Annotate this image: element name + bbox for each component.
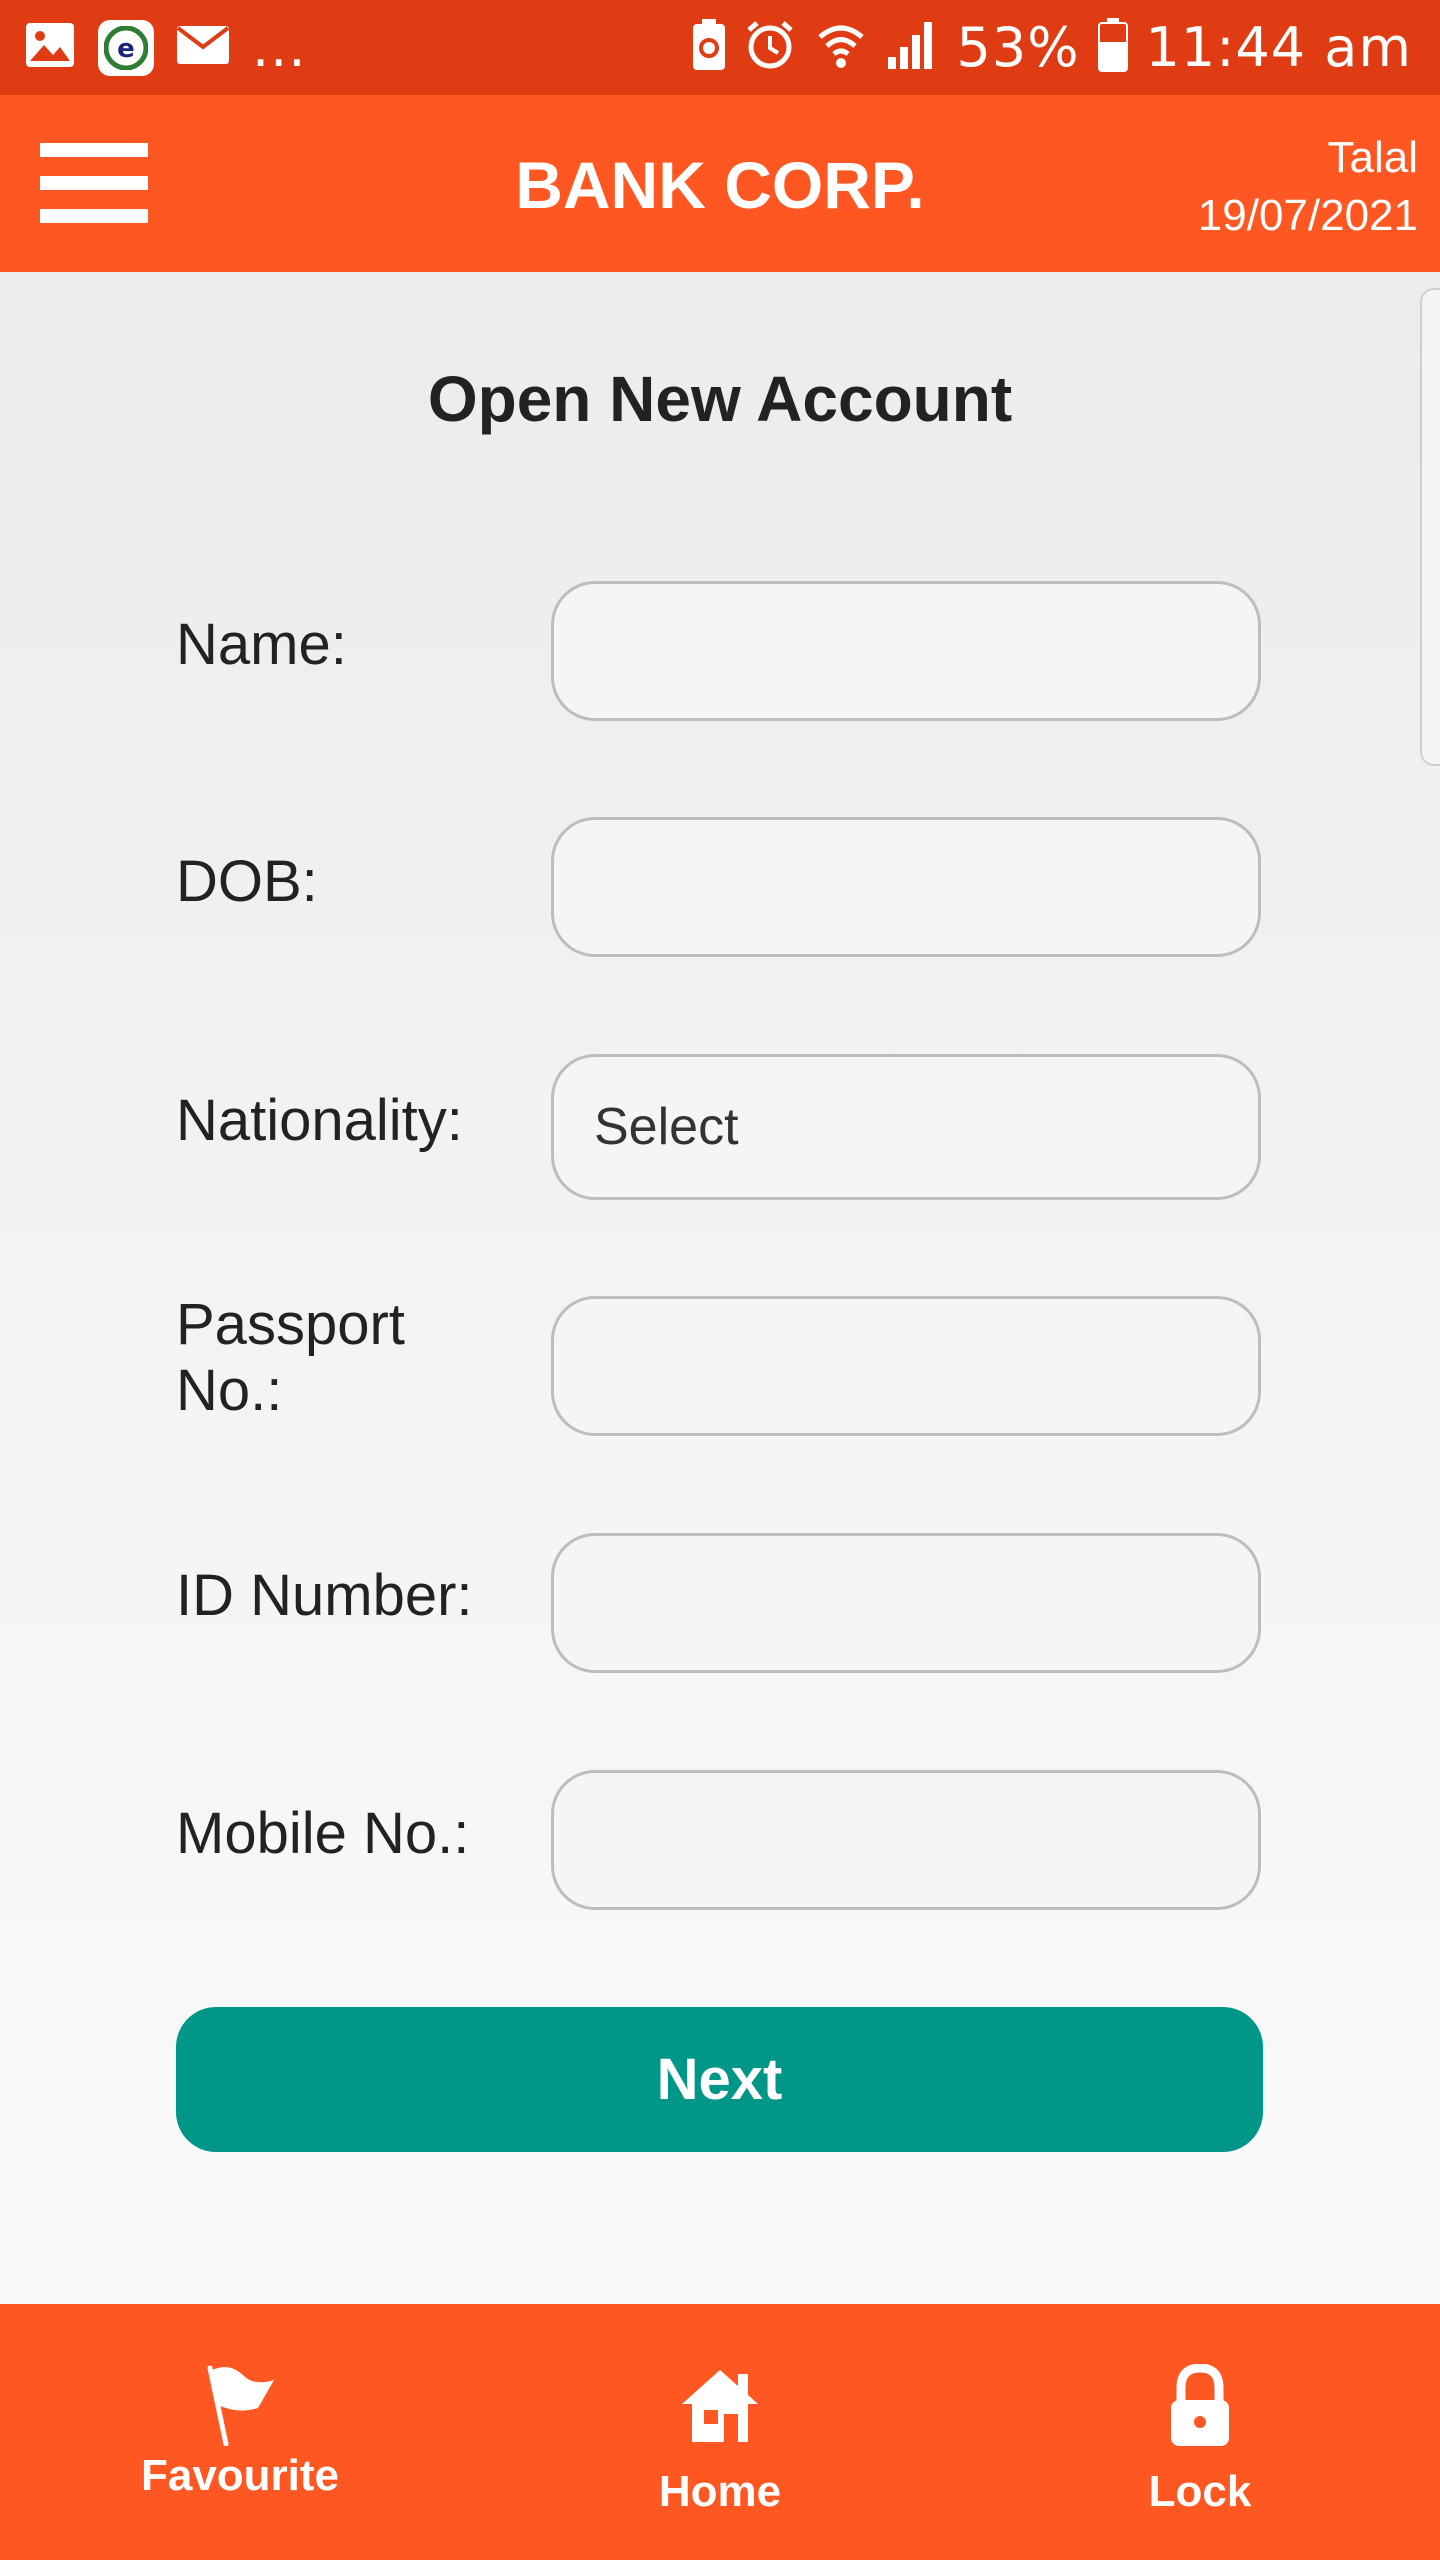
signal-icon bbox=[886, 19, 938, 76]
mail-icon bbox=[176, 24, 230, 71]
dob-label: DOB: bbox=[176, 849, 318, 914]
id-number-field[interactable] bbox=[551, 1533, 1261, 1673]
app-bar: BANK CORP. Talal 19/07/2021 bbox=[0, 95, 1440, 272]
notification-overflow: ... bbox=[252, 16, 307, 79]
page-title: Open New Account bbox=[427, 363, 1013, 435]
side-drawer-handle[interactable] bbox=[1420, 288, 1440, 766]
nav-home-label: Home bbox=[658, 2467, 782, 2516]
nav-lock-label: Lock bbox=[1148, 2467, 1252, 2516]
user-info: Talal 19/07/2021 bbox=[1198, 129, 1418, 245]
passport-label: Passport No.: bbox=[176, 1292, 405, 1423]
battery-saver-icon bbox=[692, 19, 726, 76]
nav-favourite[interactable]: Favourite bbox=[90, 2364, 390, 2501]
bottom-nav: Favourite Home Lock bbox=[0, 2304, 1440, 2560]
clock: 11:44 am bbox=[1145, 16, 1412, 79]
status-bar: e ... 53% 11:44 am bbox=[0, 0, 1440, 95]
nationality-select[interactable]: Select bbox=[551, 1054, 1261, 1200]
gallery-icon bbox=[24, 19, 76, 76]
nav-home[interactable]: Home bbox=[570, 2364, 870, 2517]
nav-lock[interactable]: Lock bbox=[1050, 2363, 1350, 2517]
dob-field[interactable] bbox=[551, 817, 1261, 957]
svg-text:e: e bbox=[117, 34, 135, 64]
mobile-label: Mobile No.: bbox=[176, 1801, 470, 1866]
mobile-field[interactable] bbox=[551, 1770, 1261, 1910]
nationality-label: Nationality: bbox=[176, 1088, 463, 1153]
battery-icon bbox=[1097, 18, 1128, 77]
name-field[interactable] bbox=[551, 581, 1261, 721]
user-name: Talal bbox=[1327, 133, 1419, 182]
name-label: Name: bbox=[176, 612, 347, 677]
battery-percent: 53% bbox=[956, 16, 1080, 79]
alarm-icon bbox=[744, 19, 796, 76]
home-icon bbox=[570, 2364, 870, 2451]
passport-field[interactable] bbox=[551, 1296, 1261, 1436]
id-number-label: ID Number: bbox=[176, 1563, 473, 1628]
next-button[interactable]: Next bbox=[176, 2007, 1263, 2152]
wifi-icon bbox=[814, 19, 868, 76]
nav-favourite-label: Favourite bbox=[140, 2451, 340, 2500]
lock-icon bbox=[1050, 2363, 1350, 2453]
current-date: 19/07/2021 bbox=[1197, 191, 1418, 240]
nationality-select-value: Select bbox=[594, 1098, 739, 1156]
flag-icon bbox=[90, 2364, 390, 2451]
form-screen: Open New Account Name: DOB: Nationality:… bbox=[0, 272, 1440, 2304]
app-e-icon: e bbox=[98, 19, 154, 76]
